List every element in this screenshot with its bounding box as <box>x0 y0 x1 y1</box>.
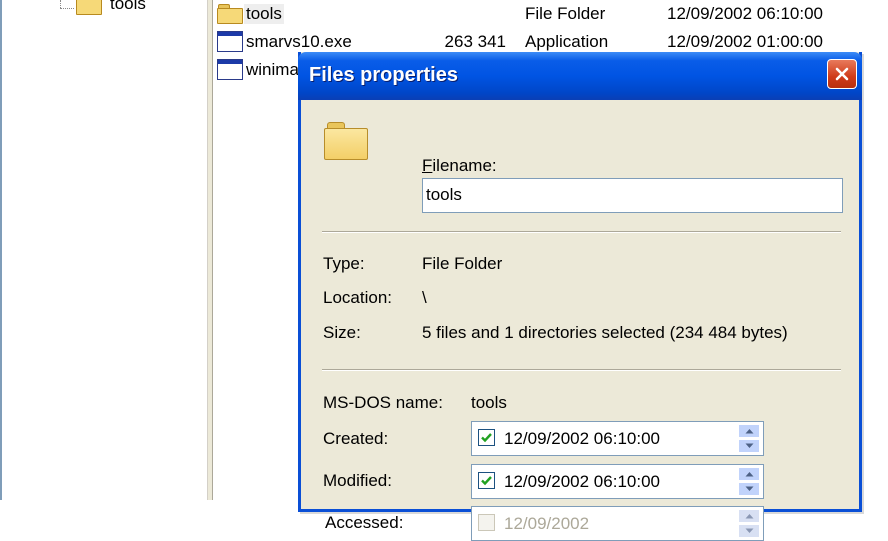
folder-icon <box>217 3 243 24</box>
arrow-down-icon <box>745 486 753 491</box>
msdos-name-label: MS-DOS name: <box>323 393 443 412</box>
created-label: Created: <box>323 429 389 448</box>
accessed-datetime-picker[interactable]: 12/09/2002 <box>471 506 764 541</box>
checkmark-icon <box>481 433 492 443</box>
close-button[interactable] <box>827 59 857 89</box>
arrow-up-icon <box>745 514 753 519</box>
spin-up-button[interactable] <box>738 467 760 481</box>
file-row[interactable]: tools File Folder 12/09/2002 06:10:00 <box>213 1 888 27</box>
file-name: smarvs10.exe <box>246 32 352 51</box>
tree-connector-line <box>60 8 74 9</box>
file-date: 12/09/2002 06:10:00 <box>667 4 823 23</box>
location-value: \ <box>422 288 427 307</box>
modified-checkbox[interactable] <box>478 472 495 489</box>
folder-icon <box>324 120 368 160</box>
folder-icon <box>76 0 102 15</box>
file-name: tools <box>244 4 284 24</box>
file-date: 12/09/2002 01:00:00 <box>667 32 823 51</box>
accessed-spinner[interactable] <box>738 509 760 538</box>
modified-label: Modified: <box>323 471 392 490</box>
modified-datetime-picker[interactable]: 12/09/2002 06:10:00 <box>471 464 764 499</box>
application-icon <box>217 59 243 80</box>
arrow-down-icon <box>745 528 753 533</box>
size-label: Size: <box>323 323 361 342</box>
tree-item-tools[interactable]: tools <box>76 0 146 20</box>
created-spinner[interactable] <box>738 424 760 453</box>
arrow-down-icon <box>745 443 753 448</box>
tree-item-label: tools <box>110 0 146 13</box>
files-properties-dialog: Files properties Filename: tools Type: F… <box>298 52 862 541</box>
created-datetime-picker[interactable]: 12/09/2002 06:10:00 <box>471 421 764 456</box>
checkmark-icon <box>481 476 492 486</box>
created-checkbox[interactable] <box>478 429 495 446</box>
filename-label: Filename: <box>422 156 497 175</box>
file-name: winima <box>246 60 299 79</box>
modified-spinner[interactable] <box>738 467 760 496</box>
file-type: Application <box>525 32 609 51</box>
dialog-titlebar[interactable]: Files properties <box>298 52 862 100</box>
spin-down-button[interactable] <box>738 439 760 453</box>
spin-down-button[interactable] <box>738 524 760 538</box>
spin-down-button[interactable] <box>738 482 760 496</box>
application-icon <box>217 31 243 52</box>
filename-label-text: ilename: <box>432 156 497 175</box>
accessed-value: 12/09/2002 <box>504 514 590 533</box>
size-value: 5 files and 1 directories selected (234 … <box>422 323 788 342</box>
modified-value: 12/09/2002 06:10:00 <box>504 472 660 491</box>
filename-input[interactable]: tools <box>422 178 843 213</box>
file-size: 263 341 <box>444 32 506 51</box>
type-value: File Folder <box>422 254 503 273</box>
location-label: Location: <box>323 288 392 307</box>
close-icon <box>835 67 849 81</box>
filename-input-value: tools <box>426 185 462 204</box>
spin-up-button[interactable] <box>738 424 760 438</box>
folder-tree-pane[interactable]: tools <box>0 0 207 500</box>
arrow-up-icon <box>745 429 753 434</box>
spin-up-button[interactable] <box>738 509 760 523</box>
dialog-title: Files properties <box>309 64 458 86</box>
created-value: 12/09/2002 06:10:00 <box>504 429 660 448</box>
arrow-up-icon <box>745 472 753 477</box>
type-label: Type: <box>323 254 365 273</box>
tree-connector-line <box>60 0 61 8</box>
accessed-checkbox[interactable] <box>478 514 495 531</box>
accessed-label: Accessed: <box>325 513 404 532</box>
dialog-content: Filename: tools Type: File Folder Locati… <box>301 100 859 541</box>
file-type: File Folder <box>525 4 606 23</box>
separator <box>322 369 841 371</box>
msdos-name-value: tools <box>471 393 507 412</box>
separator <box>322 231 841 233</box>
